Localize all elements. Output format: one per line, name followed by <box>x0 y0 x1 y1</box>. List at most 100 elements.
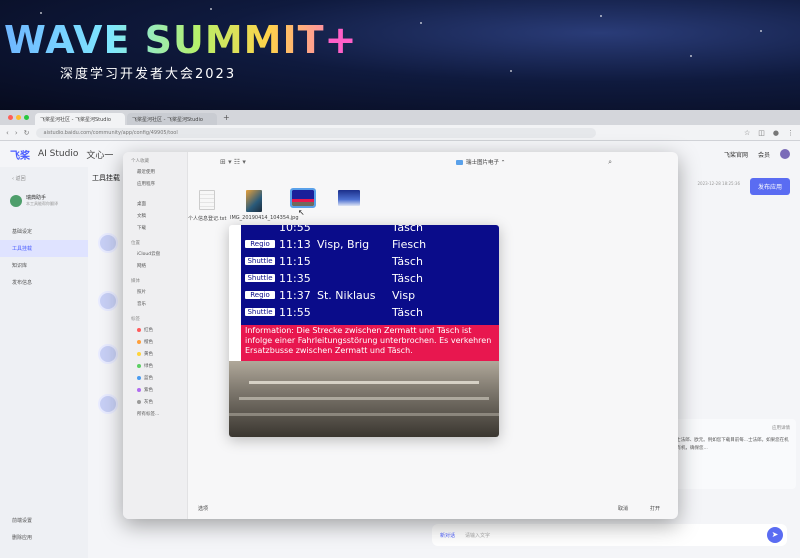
dialog-sidebar-item[interactable]: 最近使用 <box>123 166 187 178</box>
address-bar: ‹ › ↻ aistudio.baidu.com/community/app/c… <box>0 125 800 141</box>
folder-name: 瑞士图片电子 <box>466 160 500 166</box>
forward-arrow-icon[interactable]: › <box>15 129 18 137</box>
star <box>420 22 422 24</box>
dialog-sidebar-item[interactable]: 橙色 <box>123 336 187 348</box>
board-row: Shuttle 11:15 Täsch <box>245 255 423 268</box>
file-label-selected[interactable]: IMG_20190414_104354.jpg <box>230 215 299 221</box>
plugin-icon[interactable] <box>98 394 118 414</box>
plugin-icon[interactable] <box>98 344 118 364</box>
plugin-icon[interactable] <box>98 233 118 253</box>
maximize-window-button[interactable] <box>24 115 29 120</box>
dialog-sidebar-section: 位置 <box>131 241 140 246</box>
dialog-sidebar: 个人收藏 最近使用 应用程序 桌面 文稿 下载 位置 iCloud云盘 网络 媒体 照片 音乐 标签 红色… <box>123 152 188 519</box>
board-row: Shuttle 11:55 Täsch <box>245 305 423 319</box>
dialog-sidebar-item-label: 绿色 <box>144 364 153 369</box>
app-studio-label: AI Studio <box>38 149 79 159</box>
menu-icon[interactable]: ⋮ <box>787 129 794 137</box>
sidebar-item-tools[interactable]: 工具挂载 <box>0 240 88 257</box>
new-tab-button[interactable]: + <box>223 113 230 122</box>
tag-color-icon <box>137 399 141 404</box>
dialog-sidebar-item[interactable]: 黄色 <box>123 348 187 360</box>
sidebar-item-frontend[interactable]: 前端设置 <box>0 512 88 529</box>
cancel-button[interactable]: 取消 <box>618 505 628 512</box>
light-beam <box>229 413 499 416</box>
file-thumb-doc[interactable] <box>199 190 215 210</box>
dialog-sidebar-item[interactable]: 蓝色 <box>123 372 187 384</box>
dialog-sidebar-item-label: 蓝色 <box>144 376 153 381</box>
dialog-sidebar-item[interactable]: 应用程序 <box>123 178 187 190</box>
browser-tab[interactable]: 飞桨星河社区 - 飞桨星河Studio <box>127 113 217 125</box>
summit-banner: WAVE SUMMIT+ 深度学习开发者大会2023 <box>0 0 800 110</box>
train-type: Shuttle <box>245 308 275 316</box>
extensions-icon[interactable]: ◫ <box>758 129 765 137</box>
sidebar-item-publish[interactable]: 发布信息 <box>0 274 88 291</box>
dialog-sidebar-item[interactable]: 所有标签... <box>123 408 187 420</box>
profile-icon[interactable]: ● <box>773 129 779 137</box>
dialog-sidebar-item-label: 音乐 <box>137 302 146 307</box>
dialog-sidebar-item-label: 应用程序 <box>137 182 155 187</box>
url-field[interactable]: aistudio.baidu.com/community/app/config/… <box>35 127 596 138</box>
dialog-sidebar-item-label: 红色 <box>144 328 153 333</box>
file-thumb-board[interactable] <box>290 188 316 208</box>
dialog-sidebar-item[interactable]: 下载 <box>123 222 187 234</box>
agent-card: 瑞典助手 本工具能帮你翻译 <box>0 182 88 207</box>
user-avatar[interactable] <box>780 149 790 159</box>
star-icon[interactable]: ☆ <box>744 129 750 137</box>
train-type: Shuttle <box>245 257 275 265</box>
dialog-sidebar-item[interactable]: 紫色 <box>123 384 187 396</box>
sidebar-menu: 基础设定 工具挂载 知识库 发布信息 <box>0 223 88 291</box>
destination: Visp <box>392 288 416 302</box>
dialog-sidebar-item[interactable]: iCloud云盘 <box>123 248 187 260</box>
view-mode-icon[interactable]: ⊞ ▾ ☷ ▾ <box>220 158 246 166</box>
dialog-sidebar-item[interactable]: 灰色 <box>123 396 187 408</box>
departure-time: 11:55 <box>279 305 311 319</box>
header-link[interactable]: 会员 <box>758 150 770 159</box>
dialog-sidebar-section: 标签 <box>131 317 140 322</box>
sidebar-item-basic[interactable]: 基础设定 <box>0 223 88 240</box>
dialog-sidebar-item[interactable]: 红色 <box>123 324 187 336</box>
send-icon[interactable]: ➤ <box>767 527 783 543</box>
sidebar-item-delete[interactable]: 删除应用 <box>0 529 88 546</box>
star <box>510 70 512 72</box>
app-logo[interactable]: 飞桨 <box>10 147 30 162</box>
star <box>760 30 762 32</box>
agent-avatar <box>10 194 22 207</box>
back-link[interactable]: ‹ 返回 <box>0 167 88 182</box>
destination: Täsch <box>392 225 423 234</box>
dialog-sidebar-item[interactable]: 音乐 <box>123 298 187 310</box>
sidebar-bottom: 前端设置 删除应用 <box>0 512 88 546</box>
minimize-window-button[interactable] <box>16 115 21 120</box>
detail-panel-title[interactable]: 应用详情 <box>772 425 790 431</box>
reload-icon[interactable]: ↻ <box>24 129 30 137</box>
dialog-sidebar-item[interactable]: 文稿 <box>123 210 187 222</box>
close-window-button[interactable] <box>8 115 13 120</box>
file-label[interactable]: 个人信息登记.txt <box>188 215 226 222</box>
publish-button[interactable]: 发布应用 <box>749 178 790 195</box>
folder-selector[interactable]: 瑞士图片电子 ⌃ <box>456 158 505 166</box>
dialog-sidebar-section <box>123 190 187 198</box>
options-button[interactable]: 选项 <box>198 505 208 512</box>
browser-tab[interactable]: 飞桨星河社区 - 飞桨星河Studio <box>35 113 125 125</box>
sidebar-item-knowledge[interactable]: 知识库 <box>0 257 88 274</box>
dialog-sidebar-item[interactable]: 绿色 <box>123 360 187 372</box>
star <box>40 12 42 14</box>
dialog-sidebar-item-label: 照片 <box>137 290 146 295</box>
back-arrow-icon[interactable]: ‹ <box>6 129 9 137</box>
dialog-sidebar-item[interactable]: 桌面 <box>123 198 187 210</box>
new-chat-button[interactable]: 新对话 <box>440 532 455 539</box>
header-link[interactable]: 飞桨官网 <box>724 150 748 159</box>
plugin-icon[interactable] <box>98 291 118 311</box>
dialog-sidebar-item-label: iCloud云盘 <box>137 252 161 257</box>
browser-actions: ☆ ◫ ● ⋮ <box>744 129 794 137</box>
search-icon[interactable]: ⌕ <box>608 158 612 167</box>
dialog-sidebar-item-label: 黄色 <box>144 352 153 357</box>
nav-tab-wenxin[interactable]: 文心一 <box>86 148 113 161</box>
chat-input[interactable]: 请输入文字 <box>465 532 490 539</box>
file-thumb-poster[interactable] <box>246 190 262 212</box>
dialog-sidebar-item[interactable]: 网络 <box>123 260 187 272</box>
open-button[interactable]: 打开 <box>650 505 660 512</box>
file-thumb-sky[interactable] <box>338 190 360 206</box>
tag-color-icon <box>137 375 141 380</box>
dialog-sidebar-item[interactable]: 照片 <box>123 286 187 298</box>
dialog-sidebar-item-label: 灰色 <box>144 400 153 405</box>
